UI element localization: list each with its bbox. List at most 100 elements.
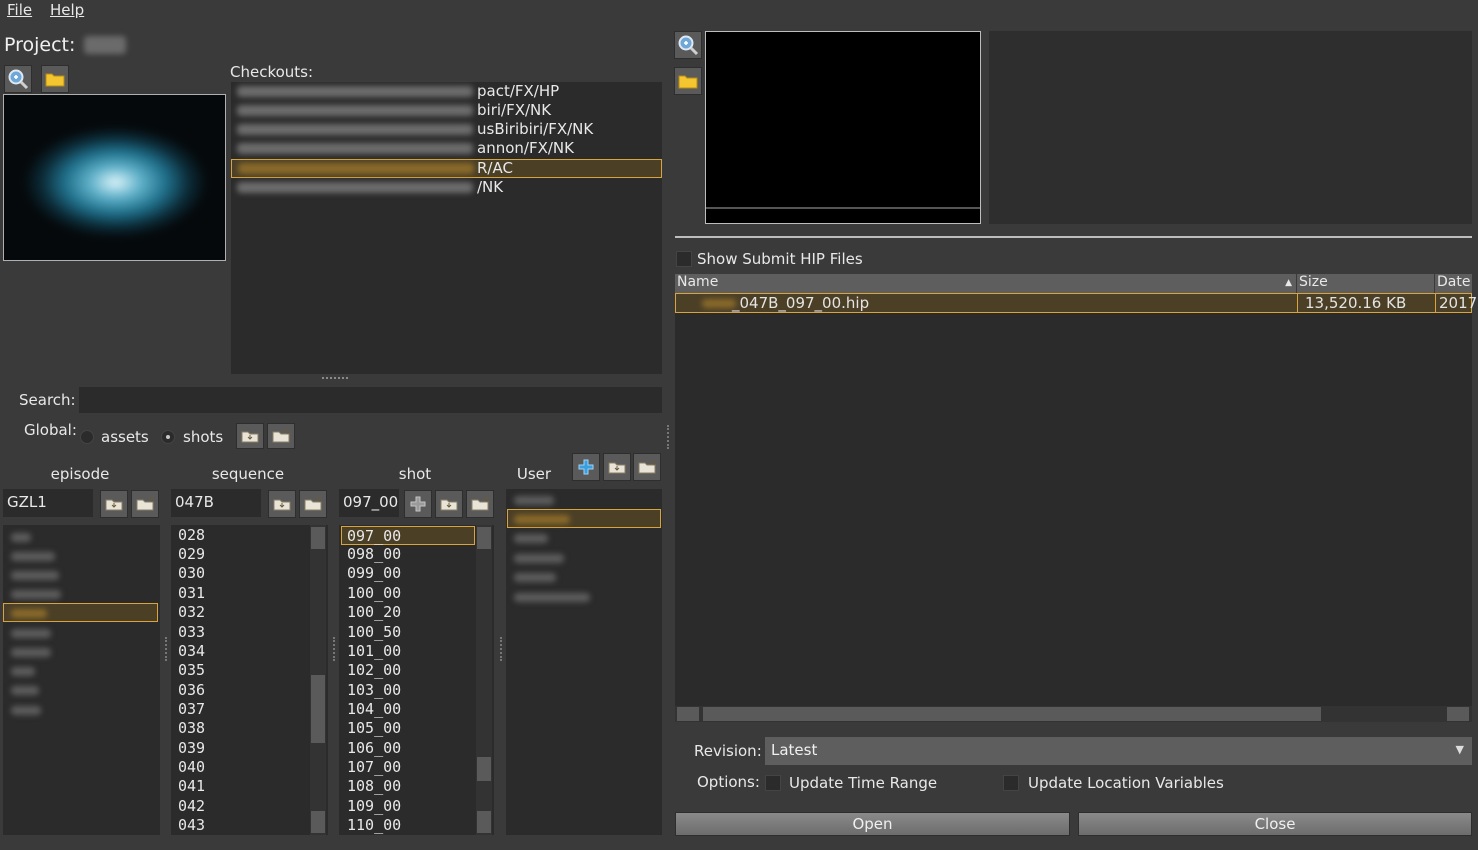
shot-scrollbar[interactable] — [476, 525, 492, 835]
list-item[interactable]: 100_20 — [347, 603, 401, 622]
scroll-left-arrow[interactable] — [677, 707, 699, 721]
list-item[interactable]: 032 — [178, 603, 205, 622]
list-item[interactable]: 108_00 — [347, 777, 401, 796]
add-shot-button[interactable] — [404, 490, 432, 518]
scroll-up-arrow[interactable] — [311, 527, 325, 549]
list-item[interactable]: 029 — [178, 545, 205, 564]
list-item[interactable]: 099_00 — [347, 564, 401, 583]
zoom-button[interactable] — [4, 65, 32, 93]
list-item-selected[interactable]: 097_00 — [341, 526, 475, 545]
panel-splitter[interactable] — [667, 425, 670, 449]
open-folder-button[interactable] — [41, 65, 69, 93]
column-header-size[interactable]: Size — [1297, 274, 1435, 293]
sequence-list[interactable]: 028 029 030 031 032 033 034 035 036 037 … — [171, 525, 328, 835]
list-item[interactable]: 110_00 — [347, 816, 401, 835]
horizontal-splitter-handle[interactable] — [322, 377, 348, 381]
search-input[interactable] — [79, 387, 662, 413]
sequence-checkout-button[interactable] — [268, 490, 296, 518]
episode-checkout-button[interactable] — [100, 490, 128, 518]
list-item[interactable]: 103_00 — [347, 681, 401, 700]
checkout-row[interactable]: annon/FX/NK — [231, 139, 662, 158]
list-item[interactable]: 105_00 — [347, 719, 401, 738]
episode-list[interactable] — [3, 525, 160, 835]
list-item[interactable]: 101_00 — [347, 642, 401, 661]
column-header-date[interactable]: Date — [1435, 274, 1472, 293]
list-item[interactable]: 036 — [178, 681, 205, 700]
scroll-down-arrow[interactable] — [311, 811, 325, 833]
scrollbar-thumb[interactable] — [703, 707, 1321, 721]
checkout-path: annon/FX/NK — [477, 139, 574, 157]
scroll-right-arrow[interactable] — [1447, 707, 1469, 721]
list-item[interactable]: 031 — [178, 584, 205, 603]
shot-list[interactable]: 097_00 098_00 099_00 100_00 100_20 100_5… — [339, 525, 494, 835]
column-splitter[interactable] — [500, 637, 503, 661]
file-row-selected[interactable]: _047B_097_00.hip 13,520.16 KB 2017 — [675, 293, 1477, 313]
update-location-variables-checkbox[interactable] — [1003, 775, 1019, 791]
scrollbar-thumb[interactable] — [477, 757, 491, 781]
list-item[interactable]: 035 — [178, 661, 205, 680]
show-submit-checkbox[interactable] — [676, 251, 692, 267]
folder-up-icon — [638, 460, 656, 474]
list-item[interactable]: 109_00 — [347, 797, 401, 816]
update-time-range-checkbox[interactable] — [765, 775, 781, 791]
list-item[interactable]: 037 — [178, 700, 205, 719]
shots-radio[interactable] — [161, 430, 175, 444]
files-table[interactable]: Name ▲ Size Date _047B_097_00.hip 13,520… — [675, 274, 1477, 706]
preview-folder-button[interactable] — [674, 67, 702, 95]
project-name-redacted — [84, 36, 126, 54]
user-checkin-button[interactable] — [633, 453, 661, 481]
shot-checkin-button[interactable] — [466, 490, 494, 518]
revision-dropdown[interactable]: Latest ▼ — [765, 737, 1472, 765]
assets-radio[interactable] — [80, 430, 94, 444]
episode-field[interactable]: GZL1 — [3, 489, 93, 517]
scrollbar-thumb[interactable] — [311, 675, 325, 743]
sequence-field[interactable]: 047B — [171, 489, 261, 517]
list-item[interactable]: 106_00 — [347, 739, 401, 758]
open-button[interactable]: Open — [675, 812, 1070, 836]
list-item[interactable]: 102_00 — [347, 661, 401, 680]
column-header-name[interactable]: Name ▲ — [675, 274, 1297, 293]
list-item[interactable]: 041 — [178, 777, 205, 796]
shot-checkout-button[interactable] — [435, 490, 463, 518]
list-item[interactable]: 100_00 — [347, 584, 401, 603]
scroll-down-arrow[interactable] — [477, 811, 491, 833]
sequence-scrollbar[interactable] — [310, 525, 326, 835]
checkout-row[interactable]: usBiribiri/FX/NK — [231, 120, 662, 139]
episode-checkin-button[interactable] — [131, 490, 159, 518]
list-item[interactable]: 100_50 — [347, 623, 401, 642]
list-item[interactable]: 098_00 — [347, 545, 401, 564]
shot-field[interactable]: 097_00 — [339, 489, 399, 517]
global-checkout-button[interactable] — [236, 423, 264, 449]
checkout-row[interactable]: biri/FX/NK — [231, 101, 662, 120]
list-item[interactable]: 104_00 — [347, 700, 401, 719]
sequence-checkin-button[interactable] — [299, 490, 327, 518]
list-item[interactable]: 038 — [178, 719, 205, 738]
column-splitter[interactable] — [165, 637, 168, 661]
menu-file[interactable]: File — [7, 1, 32, 19]
file-date: 2017 — [1439, 294, 1478, 312]
list-item[interactable]: 034 — [178, 642, 205, 661]
preview-zoom-button[interactable] — [674, 31, 702, 59]
list-item[interactable]: 107_00 — [347, 758, 401, 777]
menu-help[interactable]: Help — [50, 1, 84, 19]
list-item[interactable]: 039 — [178, 739, 205, 758]
checkout-row[interactable]: pact/FX/HP — [231, 82, 662, 101]
list-item[interactable]: 042 — [178, 797, 205, 816]
list-item[interactable]: 040 — [178, 758, 205, 777]
user-list[interactable] — [506, 489, 662, 835]
checkout-row-selected[interactable]: R/AC — [231, 159, 662, 178]
add-user-button[interactable] — [572, 453, 600, 481]
user-checkout-button[interactable] — [603, 453, 631, 481]
close-button[interactable]: Close — [1078, 812, 1472, 836]
checkout-row[interactable]: /NK — [231, 178, 662, 197]
list-item[interactable]: 030 — [178, 564, 205, 583]
scroll-up-arrow[interactable] — [477, 527, 491, 549]
files-hscrollbar[interactable] — [675, 706, 1472, 722]
menu-bar: File Help — [0, 0, 1478, 22]
list-item[interactable]: 028 — [178, 526, 205, 545]
column-splitter[interactable] — [333, 637, 336, 661]
global-checkin-button[interactable] — [267, 423, 295, 449]
checkouts-list[interactable]: pact/FX/HP biri/FX/NK usBiribiri/FX/NK a… — [231, 82, 662, 374]
list-item[interactable]: 033 — [178, 623, 205, 642]
list-item[interactable]: 043 — [178, 816, 205, 835]
